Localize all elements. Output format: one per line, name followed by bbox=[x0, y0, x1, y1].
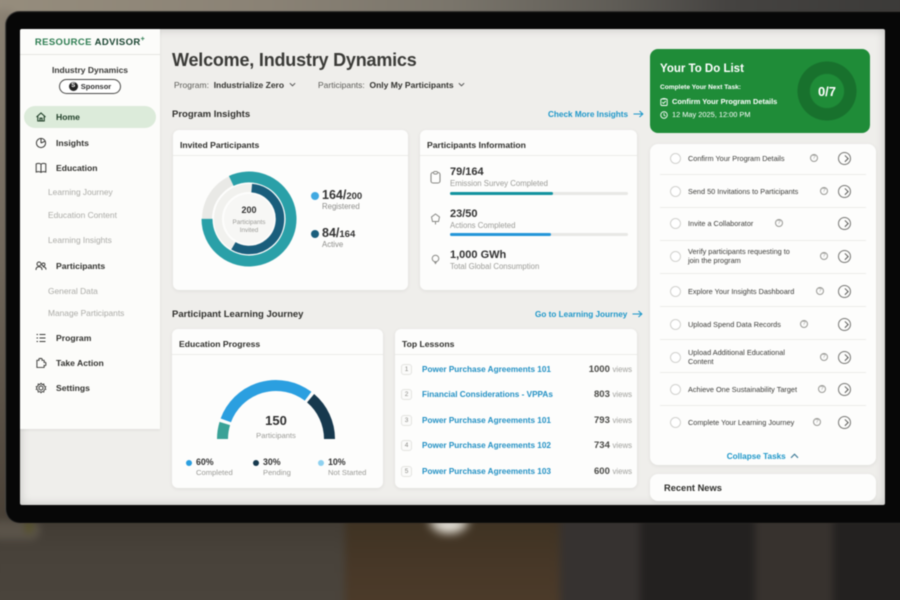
svg-text:Participants: Participants bbox=[233, 219, 266, 226]
svg-text:Invited: Invited bbox=[240, 227, 259, 234]
svg-text:200: 200 bbox=[241, 205, 256, 215]
